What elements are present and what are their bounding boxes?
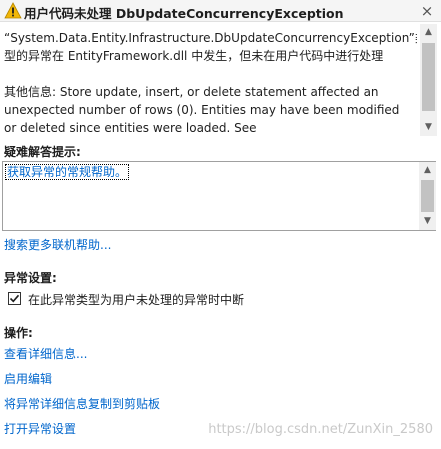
scroll-thumb[interactable] [422, 43, 435, 111]
exception-type-text: “System.Data.Entity.Infrastructure.DbUpd… [4, 31, 417, 63]
tips-scrollbar[interactable]: ▲ ▼ [419, 162, 436, 230]
tips-scroll-down-arrow-icon[interactable]: ▼ [419, 213, 436, 230]
view-details-link[interactable]: 查看详细信息... [4, 345, 87, 362]
exception-settings-label: 异常设置: [4, 271, 57, 285]
open-exception-settings-link[interactable]: 打开异常设置 [4, 420, 76, 437]
troubleshooting-label: 疑难解答提示: [4, 145, 81, 159]
watermark: https://blog.csdn.net/ZunXin_2580 [208, 422, 433, 437]
actions-label: 操作: [4, 326, 33, 340]
search-online-link[interactable]: 搜索更多联机帮助... [4, 236, 111, 253]
copy-details-link[interactable]: 将异常详细信息复制到剪贴板 [4, 395, 160, 412]
break-on-exception-checkbox[interactable] [8, 292, 21, 305]
enable-editing-link[interactable]: 启用编辑 [4, 370, 52, 387]
break-on-exception-label: 在此异常类型为用户未处理的异常时中断 [28, 293, 245, 307]
tips-scroll-up-arrow-icon[interactable]: ▲ [419, 162, 436, 179]
warning-icon [4, 2, 22, 19]
general-help-link[interactable]: 获取异常的常规帮助。 [5, 164, 130, 180]
title-bar: 用户代码未处理 DbUpdateConcurrencyException × [0, 0, 441, 22]
message-scrollbar[interactable]: ▲ ▼ [420, 24, 437, 136]
additional-info-text: 其他信息: Store update, insert, or delete st… [4, 85, 400, 135]
tips-scroll-thumb[interactable] [421, 180, 434, 212]
troubleshooting-tips-box: 获取异常的常规帮助。 ▲ ▼ [2, 161, 436, 231]
scroll-up-arrow-icon[interactable]: ▲ [420, 24, 437, 41]
dialog-title: 用户代码未处理 DbUpdateConcurrencyException [24, 6, 344, 21]
scroll-down-arrow-icon[interactable]: ▼ [420, 119, 437, 136]
close-icon[interactable]: × [419, 3, 435, 19]
check-icon [9, 294, 20, 303]
exception-message: “System.Data.Entity.Infrastructure.DbUpd… [0, 24, 417, 136]
